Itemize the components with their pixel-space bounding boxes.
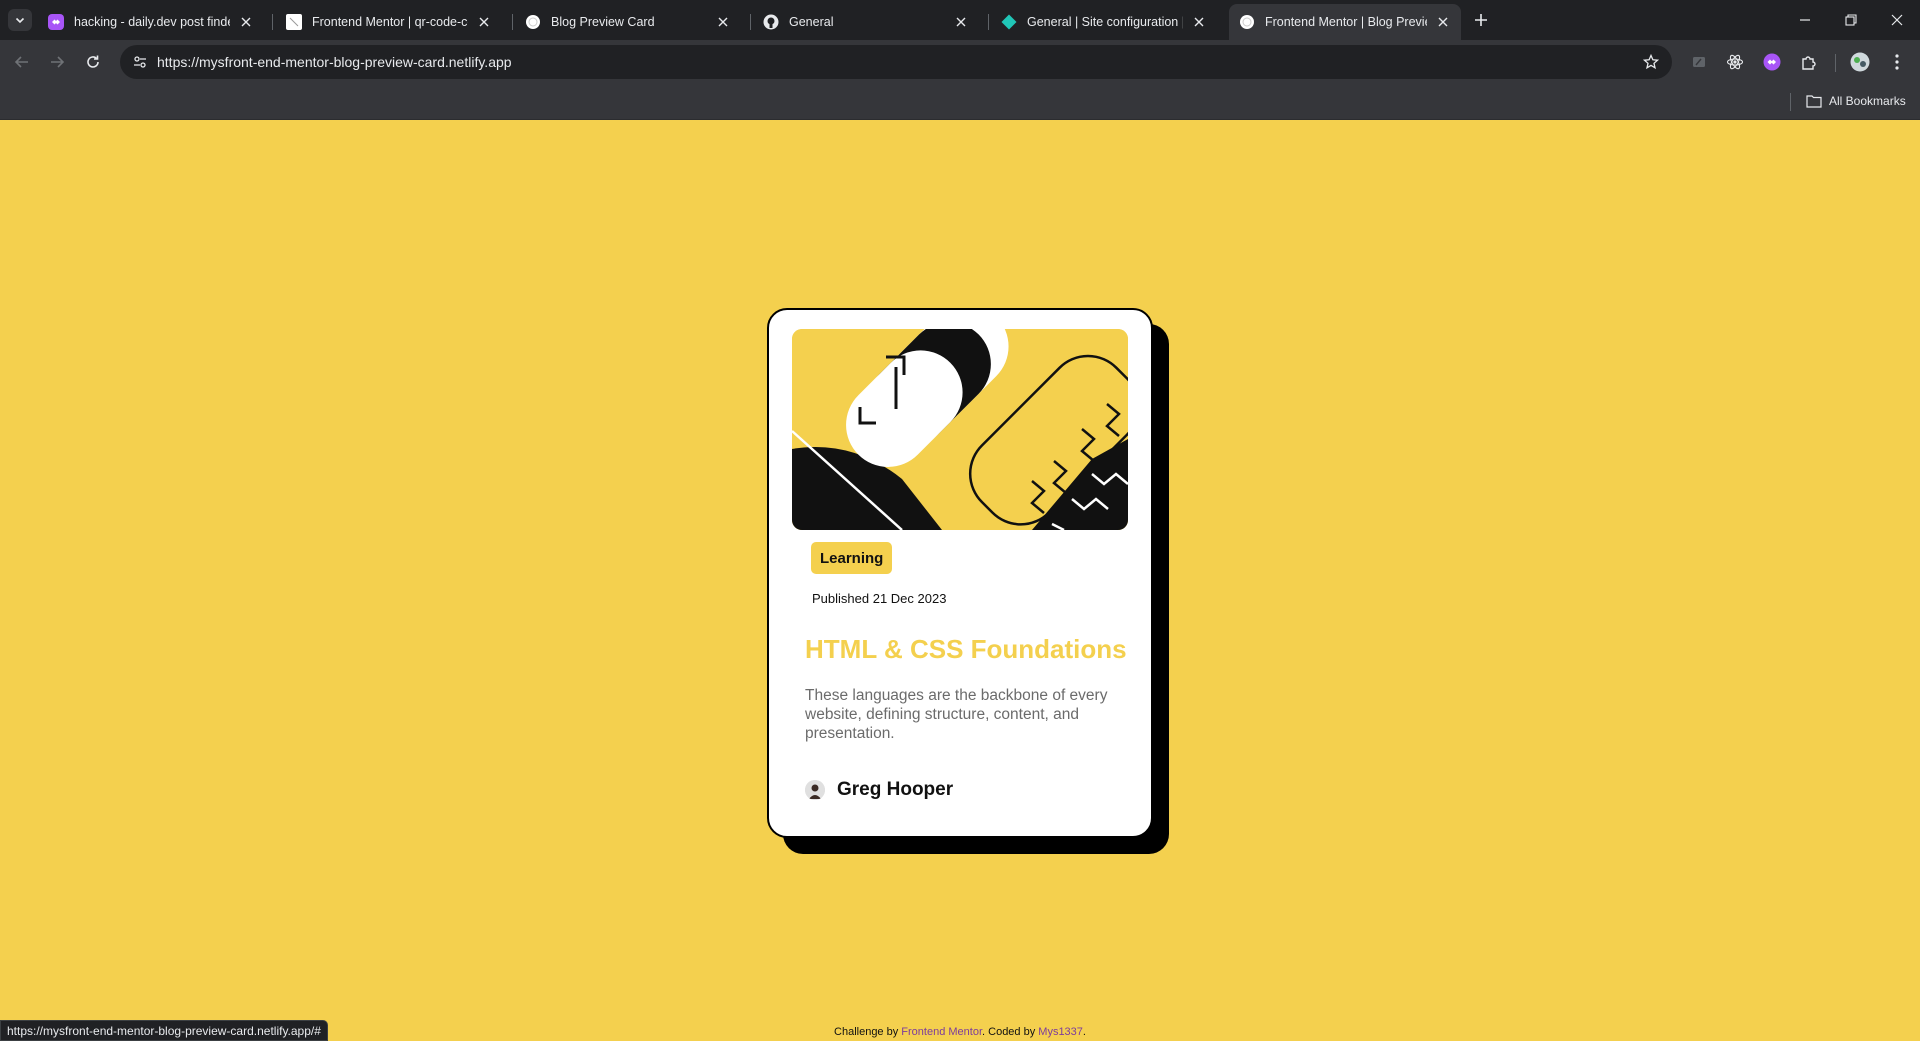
bookmark-star-icon[interactable]: [1642, 53, 1660, 71]
daily-dev-extension-icon[interactable]: [1762, 52, 1782, 72]
tab-title: General | Site configuration | be: [1027, 15, 1183, 29]
tab-title: General: [789, 15, 834, 29]
close-tab-icon[interactable]: [953, 14, 969, 30]
close-tab-icon[interactable]: [715, 14, 731, 30]
minimize-button[interactable]: [1793, 8, 1817, 32]
tab-strip: hacking - daily.dev post finder Frontend…: [0, 0, 1920, 40]
author-link[interactable]: Mys1337: [1038, 1026, 1083, 1038]
restore-icon: [1845, 14, 1857, 26]
close-window-button[interactable]: [1885, 8, 1909, 32]
bookmarks-separator: [1790, 93, 1791, 111]
restore-button[interactable]: [1839, 8, 1863, 32]
extension-reader-icon[interactable]: [1689, 52, 1709, 72]
tab[interactable]: Blog Preview Card: [515, 4, 741, 40]
forward-button[interactable]: [45, 50, 69, 74]
react-devtools-icon[interactable]: [1725, 52, 1745, 72]
attribution-prefix: Challenge by: [834, 1026, 902, 1038]
close-tab-icon[interactable]: [1435, 14, 1451, 30]
tab-title: Frontend Mentor | qr-code-com: [312, 15, 468, 29]
daily-dev-icon: [48, 14, 64, 30]
frontend-mentor-link[interactable]: Frontend Mentor: [901, 1026, 982, 1038]
new-tab-button[interactable]: [1471, 10, 1491, 30]
close-tab-icon[interactable]: [238, 14, 254, 30]
article-title-link[interactable]: HTML & CSS Foundations: [805, 634, 1127, 665]
status-bar-url: https://mysfront-end-mentor-blog-preview…: [0, 1020, 328, 1041]
tab-active[interactable]: Frontend Mentor | Blog Preview: [1229, 4, 1461, 40]
author: Greg Hooper: [805, 779, 953, 801]
published-date: Published 21 Dec 2023: [812, 591, 947, 606]
reload-icon: [87, 55, 99, 68]
reload-button[interactable]: [81, 50, 105, 74]
frontend-mentor-icon: [286, 14, 302, 30]
github-icon: [763, 14, 779, 30]
tab-separator: [272, 14, 273, 30]
author-name: Greg Hooper: [837, 779, 954, 800]
tab-separator: [512, 14, 513, 30]
card-illustration: [792, 329, 1128, 530]
arrow-left-icon: [14, 56, 28, 68]
tab-title: Frontend Mentor | Blog Preview: [1265, 15, 1427, 29]
site-info-icon[interactable]: [130, 52, 150, 72]
folder-icon: [1806, 93, 1822, 109]
more-menu-icon[interactable]: [1887, 52, 1907, 72]
back-button[interactable]: [10, 50, 34, 74]
close-tab-icon[interactable]: [476, 14, 492, 30]
all-bookmarks-button[interactable]: All Bookmarks: [1806, 93, 1906, 109]
tab[interactable]: General | Site configuration | be: [991, 4, 1217, 40]
browser-toolbar: https://mysfront-end-mentor-blog-preview…: [0, 40, 1920, 84]
article-description: These languages are the backbone of ever…: [805, 687, 1108, 742]
globe-icon: [525, 14, 541, 30]
extensions-puzzle-icon[interactable]: [1799, 52, 1819, 72]
tab-title: hacking - daily.dev post finder: [74, 15, 230, 29]
globe-icon: [1239, 14, 1255, 30]
tab[interactable]: General: [753, 4, 979, 40]
category-tag: Learning: [811, 542, 893, 574]
address-bar[interactable]: https://mysfront-end-mentor-blog-preview…: [120, 45, 1672, 79]
tab[interactable]: hacking - daily.dev post finder: [38, 4, 264, 40]
tab-separator: [988, 14, 989, 30]
url-text[interactable]: https://mysfront-end-mentor-blog-preview…: [157, 54, 512, 70]
netlify-icon: [1001, 14, 1017, 30]
arrow-right-icon: [51, 56, 65, 68]
author-avatar: [805, 780, 825, 800]
blog-preview-card: Learning Published 21 Dec 2023 HTML & CS…: [767, 308, 1153, 838]
toolbar-separator: [1835, 54, 1836, 72]
attribution-suffix: .: [1082, 1026, 1086, 1038]
tab[interactable]: Frontend Mentor | qr-code-com: [276, 4, 502, 40]
chevron-down-icon: [15, 17, 25, 24]
tab-separator: [750, 14, 751, 30]
tab-title: Blog Preview Card: [551, 15, 655, 29]
close-icon: [1891, 14, 1903, 26]
plus-icon: [1475, 14, 1487, 26]
tab-search-button[interactable]: [8, 9, 32, 31]
attribution-middle: . Coded by: [982, 1026, 1039, 1038]
profile-avatar[interactable]: [1850, 52, 1870, 72]
bookmarks-bar: All Bookmarks: [0, 84, 1920, 120]
close-tab-icon[interactable]: [1191, 14, 1207, 30]
minimize-icon: [1800, 19, 1810, 21]
all-bookmarks-label: All Bookmarks: [1829, 94, 1906, 108]
